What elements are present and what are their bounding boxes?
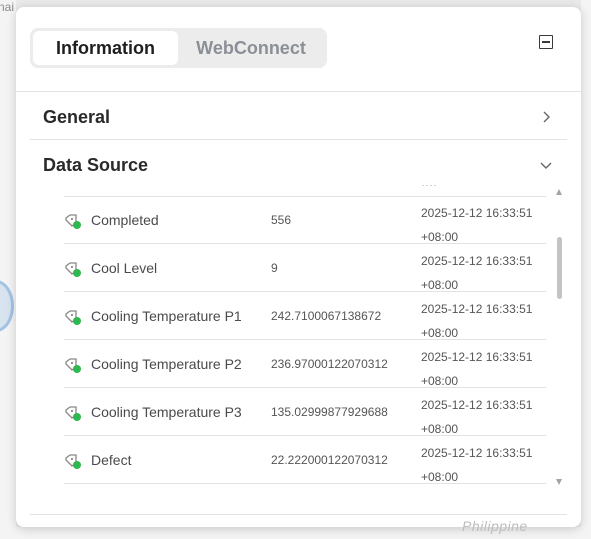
timestamp-offset: +08:00 xyxy=(421,278,459,292)
tag-connected-icon xyxy=(64,214,82,230)
data-source-list[interactable]: ···· Completed 556 2025-12-12 16:33:51 +0… xyxy=(16,185,581,485)
tag-timestamp: 2025-12-12 16:33:51 +08:00 xyxy=(421,393,532,441)
timestamp-date: 2025-12-12 16:33:51 xyxy=(421,254,533,268)
tag-value: 9 xyxy=(271,261,278,275)
timestamp-date: 2025-12-12 16:33:51 xyxy=(421,446,533,460)
timestamp-offset: +08:00 xyxy=(421,422,459,436)
info-panel: Information WebConnect General Data Sour… xyxy=(16,7,581,527)
tab-webconnect[interactable]: WebConnect xyxy=(178,31,324,65)
timestamp-date: 2025-12-12 16:33:51 xyxy=(421,302,533,316)
section-data-source-title: Data Source xyxy=(43,154,149,175)
tag-timestamp: 2025-12-12 16:33:51 +08:00 xyxy=(421,441,532,485)
tag-connected-icon xyxy=(64,310,82,326)
header-divider xyxy=(16,91,581,92)
tag-name: Completed xyxy=(91,212,159,228)
tag-timestamp: 2025-12-12 16:33:51 +08:00 xyxy=(421,249,532,297)
tab-information[interactable]: Information xyxy=(33,31,178,65)
tag-name: Cool Level xyxy=(91,260,158,276)
tab-bar: Information WebConnect xyxy=(30,28,327,68)
timestamp-offset: +08:00 xyxy=(421,230,459,244)
timestamp-offset: +08:00 xyxy=(421,470,459,484)
tag-name: Defect xyxy=(91,452,132,468)
map-land xyxy=(0,0,16,539)
minus-square-icon[interactable] xyxy=(539,35,553,49)
list-item[interactable]: Cooling Temperature P1 242.7100067138672… xyxy=(64,292,546,340)
tag-connected-icon xyxy=(64,454,82,470)
scroll-down-icon[interactable] xyxy=(556,479,562,485)
tag-value: 135.02999877929688 xyxy=(271,405,388,419)
chevron-right-icon xyxy=(539,110,553,124)
map-place-label: Philippine xyxy=(462,518,528,534)
section-general-title: General xyxy=(43,106,111,127)
tag-connected-icon xyxy=(64,358,82,374)
tag-timestamp: 2025-12-12 16:33:51 +08:00 xyxy=(421,201,532,249)
tag-value: 242.7100067138672 xyxy=(271,309,382,323)
list-item[interactable]: Cooling Temperature P2 236.9700012207031… xyxy=(64,340,546,388)
timestamp-date: 2025-12-12 16:33:51 xyxy=(421,206,533,220)
panel-bottom-divider xyxy=(30,514,567,515)
tag-value: 22.222000122070312 xyxy=(271,453,388,467)
section-divider xyxy=(30,139,567,140)
scroll-up-icon[interactable] xyxy=(556,189,562,195)
list-item[interactable]: Defect 22.222000122070312 2025-12-12 16:… xyxy=(64,436,546,484)
list-item[interactable]: Cooling Temperature P3 135.0299987792968… xyxy=(64,388,546,436)
map-land xyxy=(581,0,591,539)
chevron-down-icon xyxy=(539,158,553,172)
tag-value: 236.97000122070312 xyxy=(271,357,388,371)
tag-connected-icon xyxy=(64,262,82,278)
section-data-source-header[interactable]: Data Source xyxy=(43,153,553,177)
timestamp-date: 2025-12-12 16:33:51 xyxy=(421,350,533,364)
tag-name: Cooling Temperature P3 xyxy=(91,404,242,420)
tag-timestamp: 2025-12-12 16:33:51 +08:00 xyxy=(421,297,532,345)
list-item[interactable]: Completed 556 2025-12-12 16:33:51 +08:00 xyxy=(64,196,546,244)
list-item[interactable]: Cool Level 9 2025-12-12 16:33:51 +08:00 xyxy=(64,244,546,292)
list-scrollbar[interactable] xyxy=(552,189,566,485)
timestamp-offset: +08:00 xyxy=(421,374,459,388)
scroll-thumb[interactable] xyxy=(557,237,562,299)
timestamp-date: 2025-12-12 16:33:51 xyxy=(421,398,533,412)
timestamp-offset: +08:00 xyxy=(421,326,459,340)
map-place-label: nai xyxy=(0,0,15,14)
tag-name: Cooling Temperature P1 xyxy=(91,308,242,324)
tag-value: 556 xyxy=(271,213,292,227)
tag-timestamp: 2025-12-12 16:33:51 +08:00 xyxy=(421,345,532,393)
section-general-header[interactable]: General xyxy=(43,105,553,129)
tag-connected-icon xyxy=(64,406,82,422)
partial-row: ···· xyxy=(421,185,437,191)
tag-name: Cooling Temperature P2 xyxy=(91,356,242,372)
